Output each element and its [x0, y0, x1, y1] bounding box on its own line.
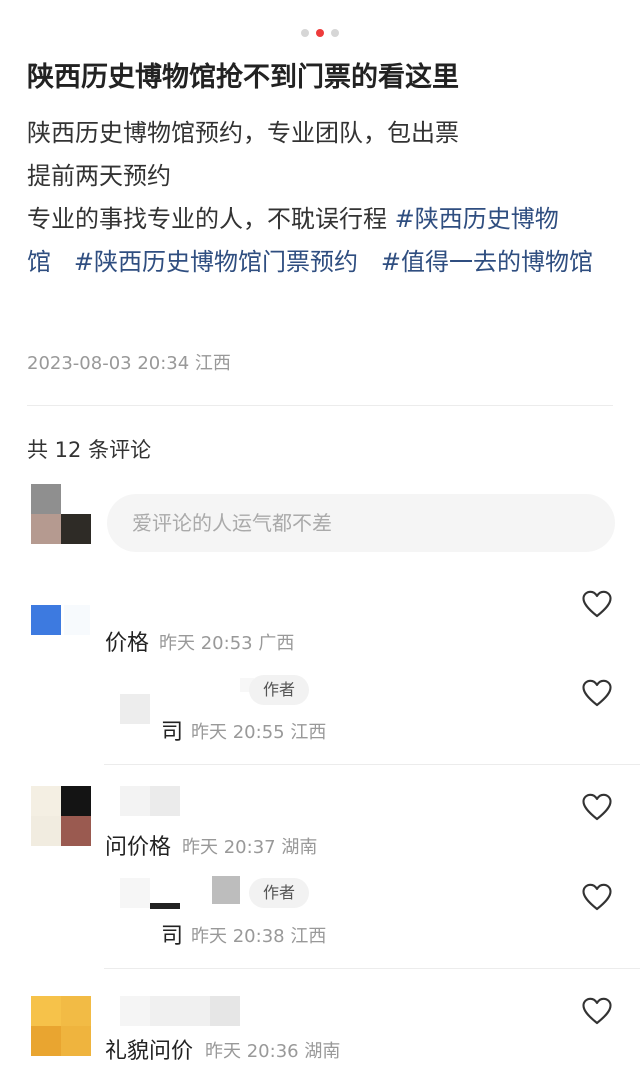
divider [27, 405, 613, 406]
username-blurred[interactable] [120, 996, 240, 1026]
reply-time: 昨天 20:38 江西 [191, 926, 327, 947]
comment-time: 昨天 20:53 广西 [159, 633, 295, 654]
username-blurred[interactable] [212, 876, 240, 904]
comment-separator [104, 764, 640, 765]
like-heart-icon[interactable] [582, 679, 612, 707]
carousel-dot-2[interactable] [316, 29, 324, 37]
hashtag-link[interactable]: #值得一去的博物馆 [381, 248, 593, 276]
like-heart-icon[interactable] [582, 997, 612, 1025]
comment-time: 昨天 20:36 湖南 [205, 1041, 341, 1062]
author-badge: 作者 [249, 878, 309, 908]
post-body-text: 专业的事找专业的人，不耽误行程 [27, 205, 395, 233]
post-body-line: 提前两天预约 [27, 162, 171, 190]
avatar[interactable] [31, 605, 61, 635]
reply-time: 昨天 20:55 江西 [191, 722, 327, 743]
avatar[interactable] [31, 996, 91, 1056]
like-heart-icon[interactable] [582, 590, 612, 618]
comment-input[interactable]: 爱评论的人运气都不差 [107, 494, 615, 552]
comment-text: 礼貌问价 [105, 1039, 194, 1064]
post-body-line: 陕西历史博物馆预约，专业团队，包出票 [27, 119, 459, 147]
hashtag-link[interactable]: #陕西历史博物馆门票预约 [74, 248, 358, 276]
comment-separator [104, 968, 640, 969]
my-avatar[interactable] [31, 484, 91, 544]
avatar[interactable] [31, 786, 91, 846]
carousel-dot-1[interactable] [301, 29, 309, 37]
post-title: 陕西历史博物馆抢不到门票的看这里 [27, 62, 459, 93]
comment-text: 价格 [105, 631, 150, 656]
post-body: 陕西历史博物馆预约，专业团队，包出票 提前两天预约 专业的事找专业的人，不耽误行… [27, 112, 619, 284]
avatar[interactable] [120, 694, 150, 724]
username-blurred[interactable] [120, 786, 180, 816]
post-body-line-with-tags: 专业的事找专业的人，不耽误行程 #陕西历史博物馆 #陕西历史博物馆门票预约 #值… [27, 198, 619, 284]
like-heart-icon[interactable] [582, 793, 612, 821]
like-heart-icon[interactable] [582, 883, 612, 911]
reply-text: 司 [161, 720, 184, 745]
avatar[interactable] [120, 878, 150, 908]
comment-time: 昨天 20:37 湖南 [182, 837, 318, 858]
reply-text: 司 [161, 924, 184, 949]
username-blurred[interactable] [150, 903, 180, 909]
author-badge: 作者 [249, 675, 309, 705]
comment-text: 问价格 [105, 835, 172, 860]
username-blurred[interactable] [64, 605, 90, 635]
post-meta: 2023-08-03 20:34 江西 [27, 353, 231, 374]
carousel-dots [0, 29, 640, 37]
carousel-dot-3[interactable] [331, 29, 339, 37]
comment-count: 共 12 条评论 [27, 438, 152, 462]
